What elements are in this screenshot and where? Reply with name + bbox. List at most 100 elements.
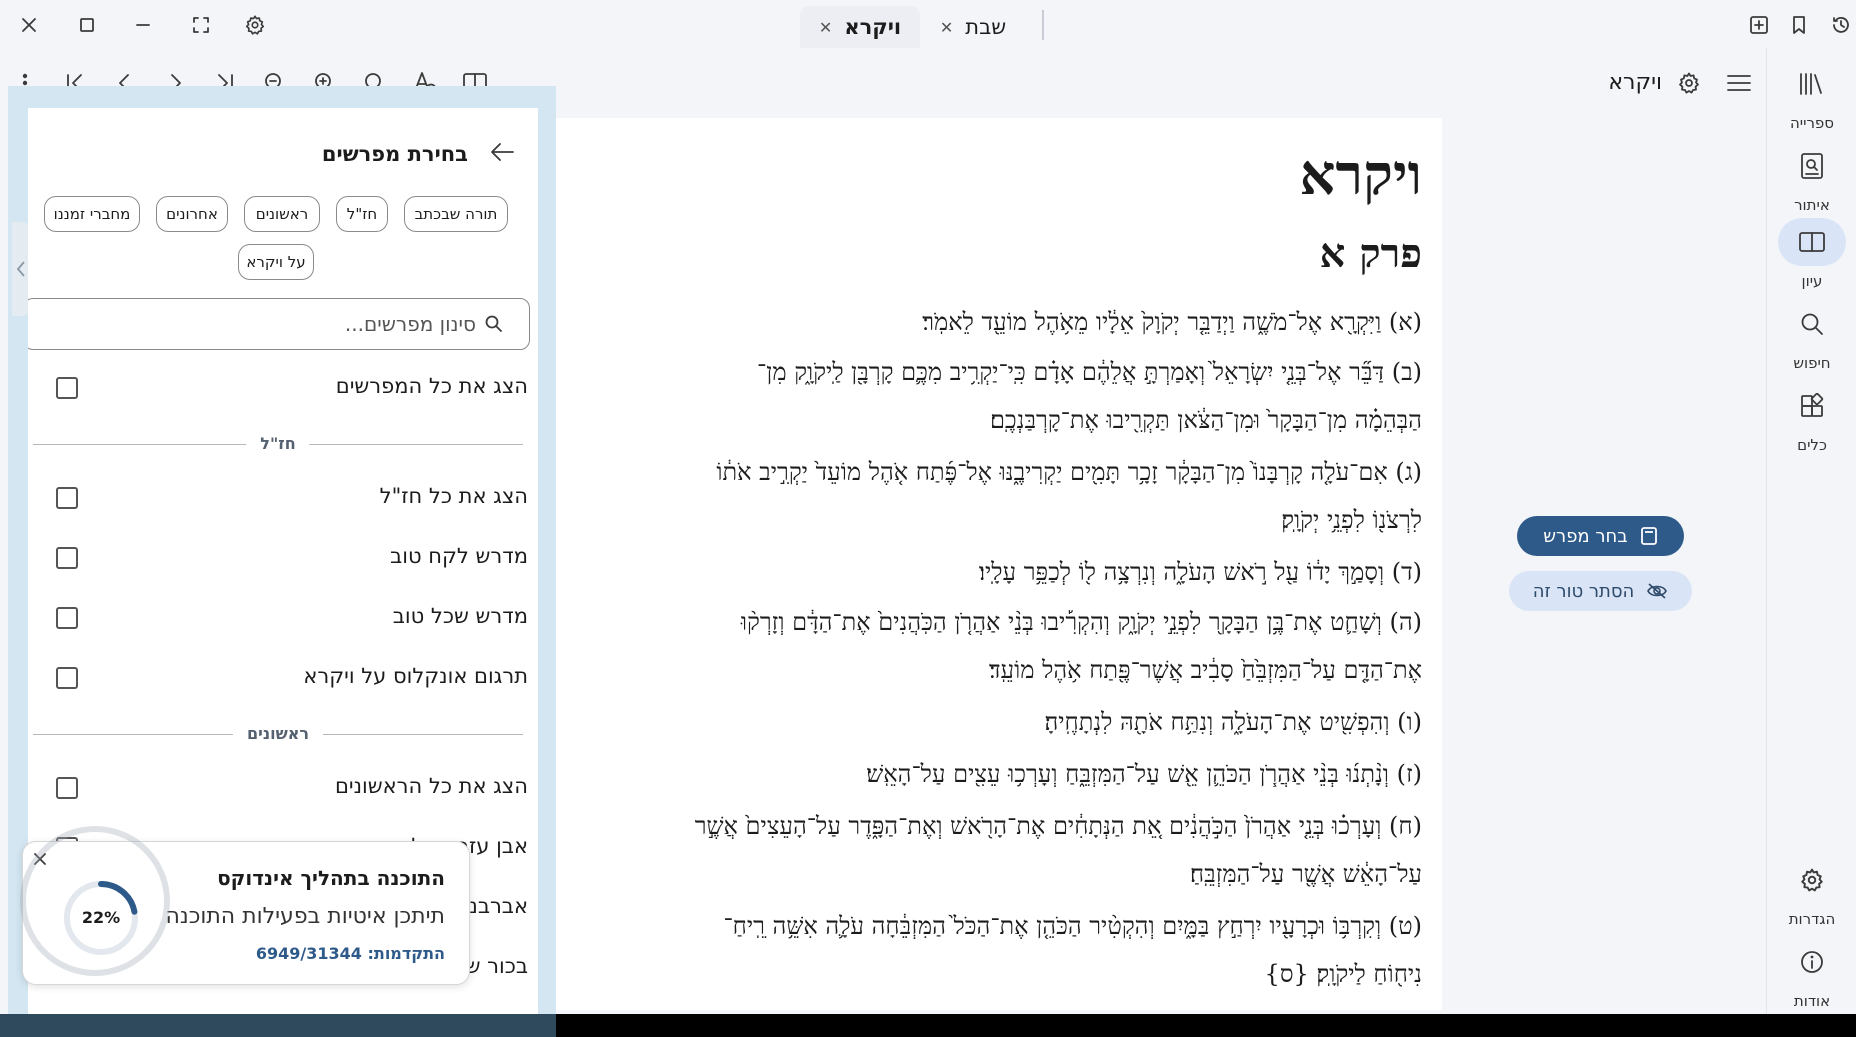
rail-item-about[interactable]: אודות bbox=[1767, 938, 1856, 1010]
verse-line[interactable]: הַבְּהֵמָ֗ה מִן־הַבָּקָר֙ וּמִן־הַצֹּ֔אן… bbox=[556, 406, 1422, 435]
add-box-icon bbox=[1750, 16, 1768, 34]
commentator-row[interactable]: הצג את כל המפרשים bbox=[28, 364, 538, 414]
checkbox[interactable] bbox=[56, 547, 78, 569]
checkbox[interactable] bbox=[56, 487, 78, 509]
toast-close-button[interactable] bbox=[31, 850, 49, 868]
verse-line[interactable]: (ח) וְעָרְכ֗וּ בְּנֵ֤י אַהֲרֹן֙ הַכֹּ֣הֲ… bbox=[556, 812, 1422, 841]
rail-item-settings[interactable]: הגדרות bbox=[1767, 856, 1856, 928]
commentator-row[interactable]: הצג את כל חז"ל bbox=[28, 474, 538, 524]
commentator-row[interactable]: מדרש לקח טוב bbox=[28, 534, 538, 584]
title-bar: שבת ✕ ויקרא ✕ bbox=[0, 0, 1856, 48]
panel-back-button[interactable] bbox=[488, 140, 516, 164]
tab-shabbat[interactable]: שבת ✕ bbox=[938, 6, 1008, 48]
rail-pill bbox=[1778, 60, 1846, 108]
indexing-toast: התוכנה בתהליך אינדוקס תיתכן איטיות בפעיל… bbox=[22, 841, 470, 985]
verse-line[interactable]: (ד) וְסָמַ֣ךְ יָד֔וֹ עַ֖ל רֹ֣אשׁ הָעֹלָ֑… bbox=[556, 558, 1422, 587]
arrow-left-icon bbox=[491, 143, 514, 161]
fullscreen-button[interactable] bbox=[186, 10, 216, 40]
book-settings-button[interactable] bbox=[1672, 66, 1706, 100]
filter-chip-acharonim[interactable]: אחרונים bbox=[156, 196, 228, 232]
rail-pill bbox=[1778, 938, 1846, 986]
verse-line[interactable]: לִרְצֹנ֖וֹ לִפְנֵ֥י יְקֹוָֽק׃ bbox=[556, 506, 1422, 535]
book-title: ויקרא bbox=[1608, 70, 1662, 95]
close-icon bbox=[22, 18, 36, 32]
verse-line[interactable]: נִיח֖וֹחַ לַיקֹוָֽק׃ {ס} bbox=[556, 960, 1422, 989]
history-icon bbox=[1833, 17, 1849, 33]
new-tab-button[interactable] bbox=[1744, 10, 1774, 40]
verse-line[interactable]: (ג) אִם־עֹלָ֤ה קָרְבָּנוֹ֙ מִן־הַבָּקָ֔ר… bbox=[556, 458, 1422, 487]
bottom-bar-panel-section bbox=[0, 1014, 556, 1037]
square-icon bbox=[80, 18, 94, 32]
window-settings-button[interactable] bbox=[240, 10, 270, 40]
progress-value: 6949/31344 bbox=[255, 944, 362, 963]
filter-chip-written-torah[interactable]: תורה שבכתב bbox=[404, 196, 508, 232]
verse-line[interactable]: (ו) וְהִפְשִׁ֖יט אֶת־הָעֹלָ֑ה וְנִתַּ֥ח … bbox=[556, 708, 1422, 737]
locate-icon bbox=[1801, 153, 1823, 179]
toast-progress: התקדמות: 6949/31344 bbox=[256, 944, 445, 963]
group-title: ראשונים bbox=[232, 724, 324, 743]
group-divider: ראשונים bbox=[33, 724, 523, 744]
group-title: חז"ל bbox=[246, 434, 310, 453]
verse-line[interactable]: עַל־הָאֵ֔שׁ אֲשֶׁ֖ר עַל־הַמִּזְבֵּֽחַ׃ bbox=[556, 860, 1422, 889]
group-divider: חז"ל bbox=[33, 434, 523, 454]
filter-chip-chazal[interactable]: חז"ל bbox=[336, 196, 388, 232]
fullscreen-icon bbox=[193, 17, 209, 33]
verse-line[interactable]: (ז) וְנָ֨תְנ֜וּ בְּנֵ֨י אַהֲרֹ֧ן הַכֹּהֵ… bbox=[556, 760, 1422, 789]
table-of-contents-button[interactable] bbox=[1722, 66, 1756, 100]
close-window-button[interactable] bbox=[14, 10, 44, 40]
checkbox[interactable] bbox=[56, 377, 78, 399]
filter-chip-rishonim[interactable]: ראשונים bbox=[244, 196, 320, 232]
commentator-filter-box bbox=[28, 298, 530, 350]
rail-item-tools[interactable]: כלים bbox=[1767, 382, 1856, 454]
tab-vayikra[interactable]: ויקרא ✕ bbox=[800, 6, 920, 48]
checkbox[interactable] bbox=[56, 667, 78, 689]
rail-label: איתור bbox=[1794, 196, 1830, 214]
commentator-row[interactable]: מדרש שכל טוב bbox=[28, 594, 538, 644]
settings-icon bbox=[1801, 868, 1823, 892]
verse-line[interactable]: (ה) וְשָׁחַ֛ט אֶת־בֶּ֥ן הַבָּקָ֖ר לִפְנֵ… bbox=[556, 608, 1422, 637]
commentator-row[interactable]: הצג את כל הראשונים bbox=[28, 764, 538, 814]
verse-line[interactable]: (א) וַיִּקְרָ֖א אֶל־מֹשֶׁ֑ה וַיְדַבֵּ֤ר … bbox=[556, 308, 1422, 337]
search-icon bbox=[485, 315, 502, 332]
history-button[interactable] bbox=[1826, 10, 1856, 40]
hide-column-button[interactable]: הסתר טור זה bbox=[1509, 571, 1692, 611]
chapter-heading: פרק א bbox=[1319, 230, 1422, 277]
verse-line[interactable]: אֶת־הַדָּ֤ם עַל־הַמִּזְבֵּ֙חַ֙ סָבִ֔יב א… bbox=[556, 656, 1422, 685]
book-icon bbox=[1640, 527, 1657, 545]
filter-chip-on-vayikra[interactable]: על ויקרא bbox=[238, 244, 314, 280]
tab-close-icon[interactable]: ✕ bbox=[940, 18, 953, 37]
commentator-label: הצג את כל המפרשים bbox=[335, 374, 528, 398]
rail-label: כלים bbox=[1797, 436, 1827, 454]
rail-item-library[interactable]: ספרייה bbox=[1767, 60, 1856, 132]
text-content[interactable]: ויקרא פרק א (א) וַיִּקְרָ֖א אֶל־מֹשֶׁ֑ה … bbox=[556, 118, 1442, 1010]
menu-icon bbox=[1727, 75, 1751, 91]
verse-line[interactable]: (ט) וְקִרְבּ֥וֹ וּכְרָעָ֖יו יִרְחַ֣ץ בַּ… bbox=[556, 912, 1422, 941]
rail-item-study[interactable]: עיון bbox=[1767, 218, 1856, 290]
checkbox[interactable] bbox=[56, 777, 78, 799]
rail-item-search[interactable]: חיפוש bbox=[1767, 300, 1856, 372]
toast-message: תיתכן איטיות בפעילות התוכנה bbox=[165, 904, 445, 929]
rail-pill bbox=[1778, 300, 1846, 348]
toast-title: התוכנה בתהליך אינדוקס bbox=[217, 866, 445, 890]
tab-close-icon[interactable]: ✕ bbox=[819, 18, 832, 37]
eye-off-icon bbox=[1647, 583, 1668, 599]
verse-line[interactable]: (ב) דַּבֵּ֞ר אֶל־בְּנֵ֤י יִשְׂרָאֵל֙ וְא… bbox=[556, 358, 1422, 387]
tab-label: שבת bbox=[965, 15, 1007, 39]
minimize-window-button[interactable] bbox=[128, 10, 158, 40]
rail-pill bbox=[1778, 382, 1846, 430]
book-open-icon bbox=[1799, 232, 1825, 252]
filter-chip-contemporary[interactable]: מחברי זמננו bbox=[44, 196, 140, 232]
tab-label: ויקרא bbox=[844, 15, 902, 39]
checkbox[interactable] bbox=[56, 607, 78, 629]
hide-column-label: הסתר טור זה bbox=[1532, 580, 1635, 602]
library-icon bbox=[1800, 73, 1822, 95]
rail-label: חיפוש bbox=[1793, 354, 1831, 372]
rail-item-locate[interactable]: איתור bbox=[1767, 142, 1856, 214]
maximize-window-button[interactable] bbox=[72, 10, 102, 40]
bookmark-button[interactable] bbox=[1784, 10, 1814, 40]
commentator-row[interactable]: תרגום אונקלוס על ויקרא bbox=[28, 654, 538, 704]
choose-commentator-button[interactable]: בחר מפרש bbox=[1517, 516, 1684, 556]
tab-separator bbox=[1042, 10, 1044, 40]
commentator-filter-input[interactable] bbox=[36, 312, 476, 336]
choose-commentator-label: בחר מפרש bbox=[1543, 525, 1628, 547]
